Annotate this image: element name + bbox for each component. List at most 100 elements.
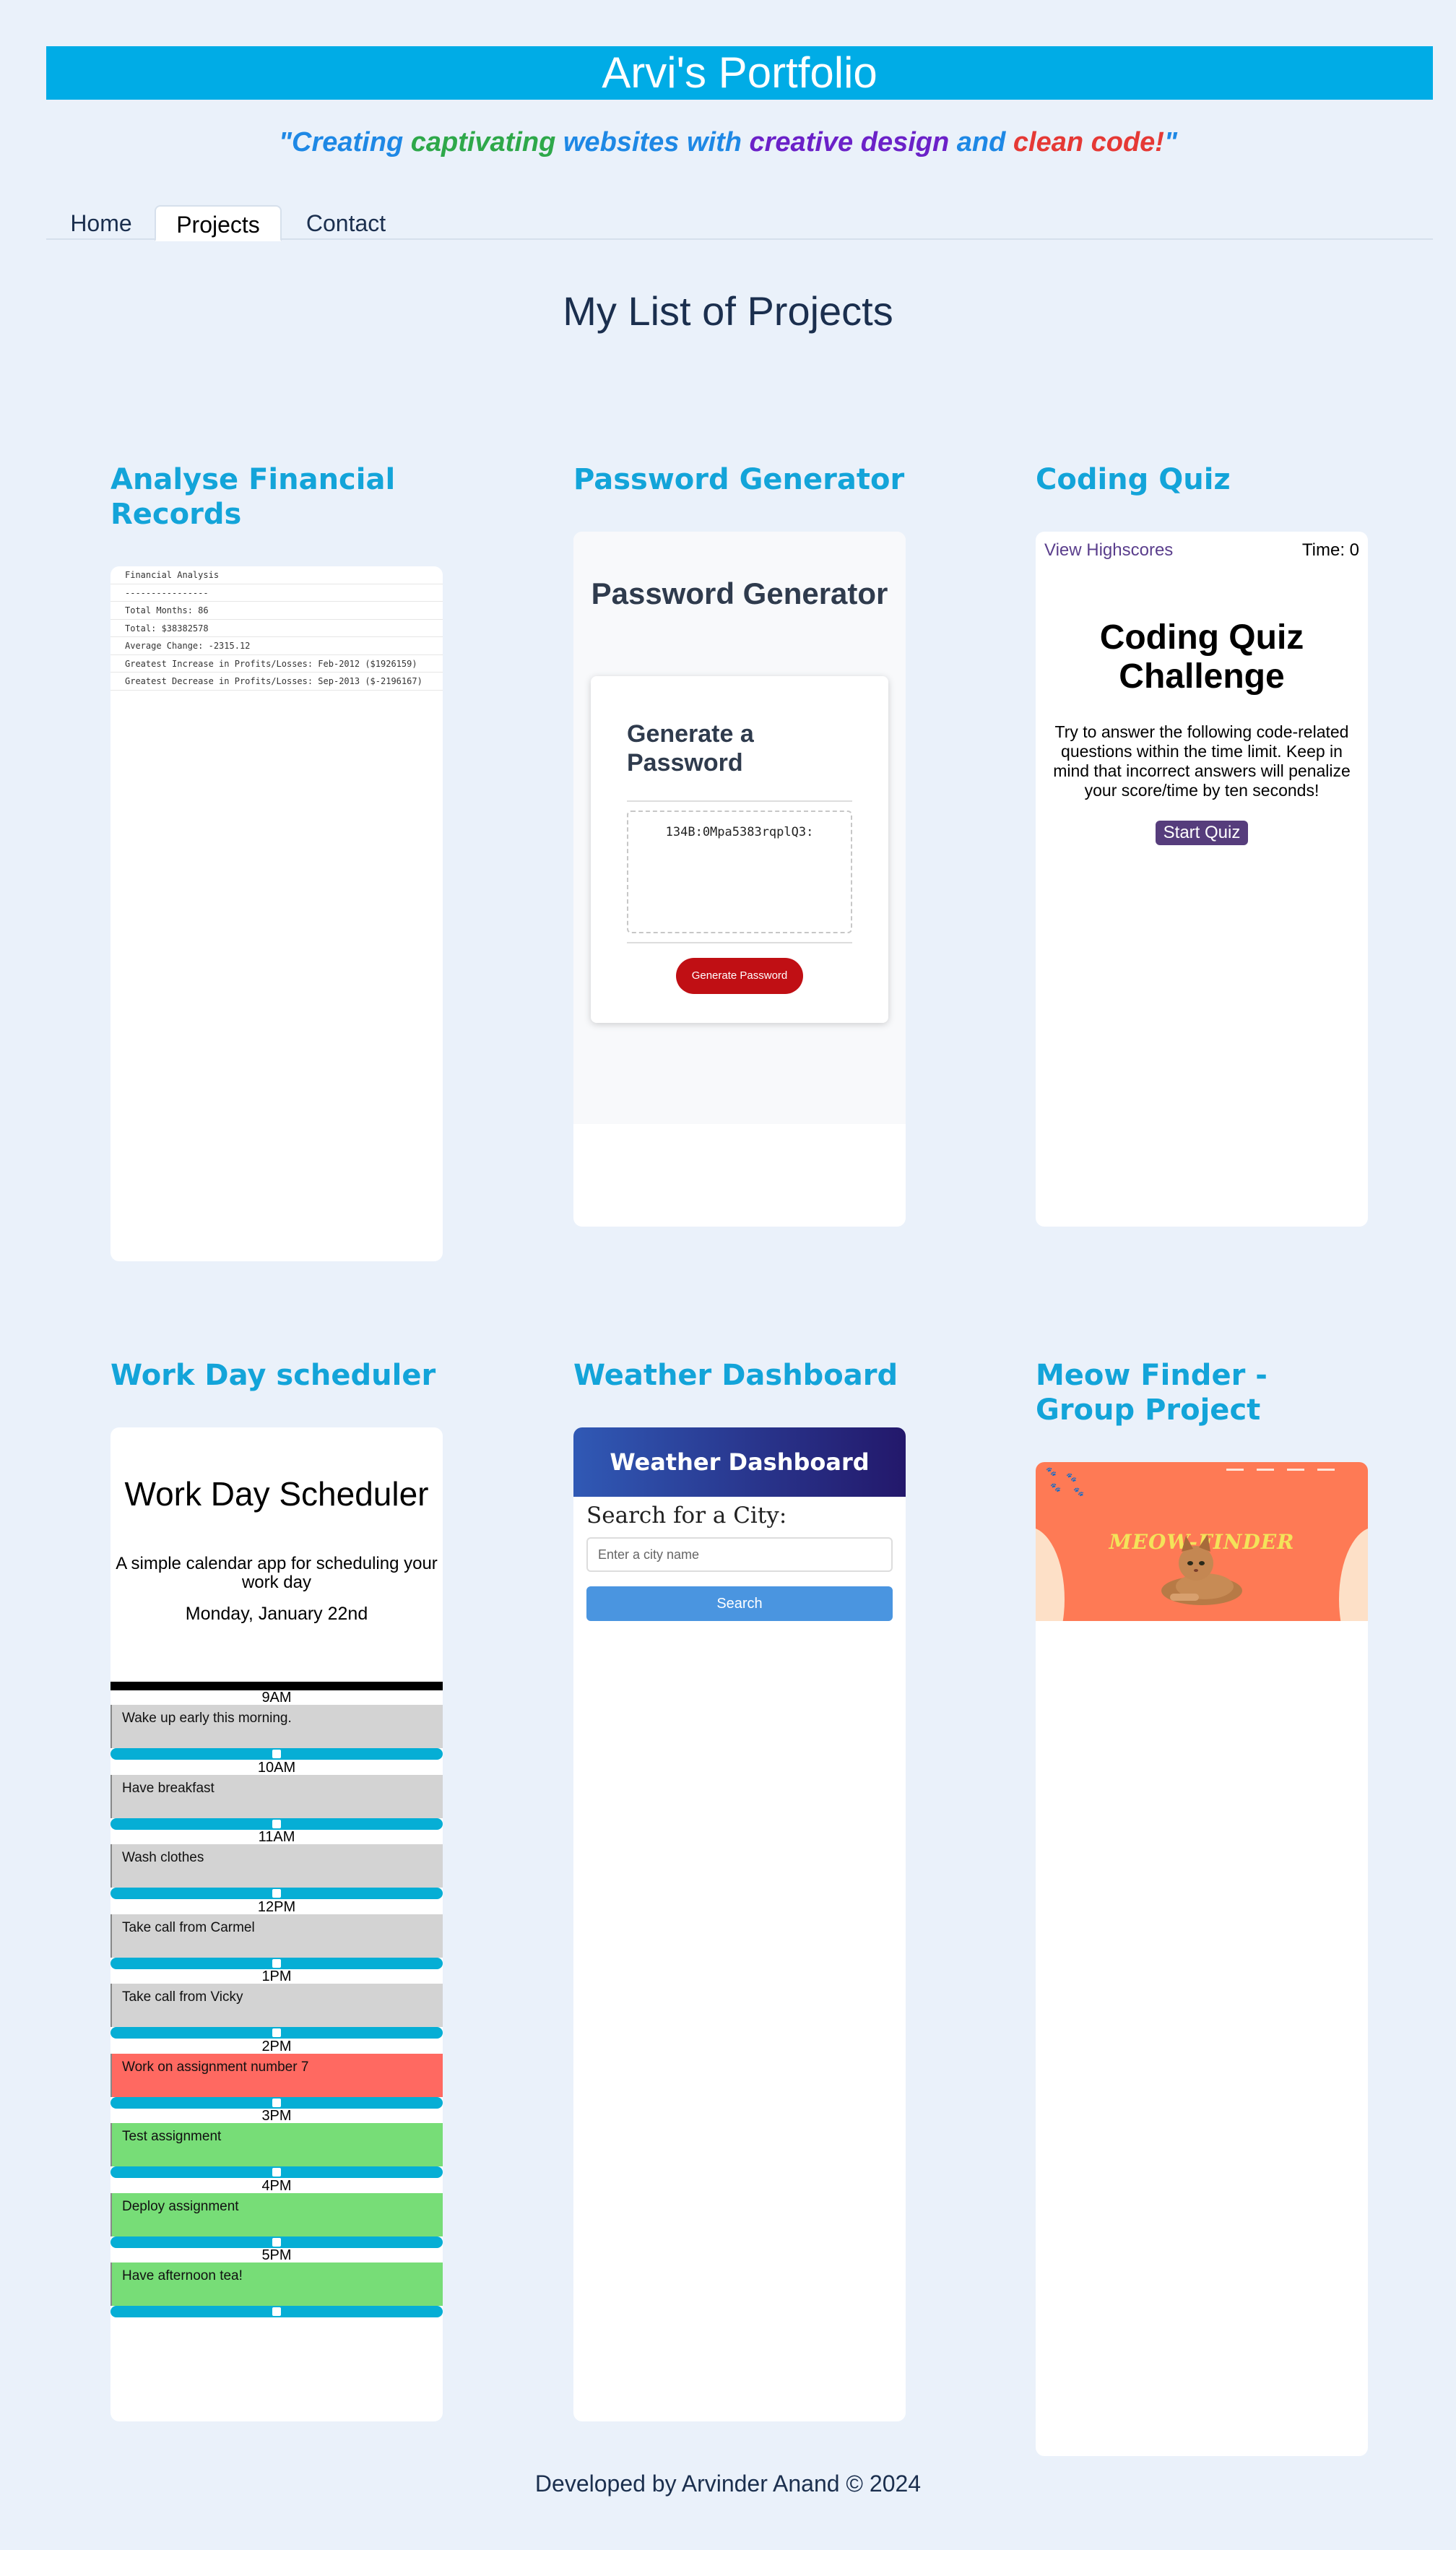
- paw-icon: 🐾: [1046, 1466, 1057, 1477]
- project-card-financial[interactable]: Financial Analysis ---------------- Tota…: [110, 566, 443, 1261]
- nav-projects[interactable]: Projects: [155, 205, 282, 241]
- fin-line: Greatest Decrease in Profits/Losses: Sep…: [110, 673, 443, 691]
- tagline-segment: creative design: [749, 127, 957, 157]
- task-text: Wash clothes: [110, 1844, 443, 1888]
- time-block: 1PM Take call from Vicky: [110, 1969, 443, 2039]
- task-text: Wake up early this morning.: [110, 1705, 443, 1748]
- nav-home[interactable]: Home: [61, 205, 142, 241]
- task-text: Test assignment: [110, 2123, 443, 2166]
- cat-image: [1161, 1534, 1242, 1605]
- scheduler-subtitle: A simple calendar app for scheduling you…: [116, 1554, 438, 1592]
- fin-line: Financial Analysis: [110, 566, 443, 584]
- city-search-label: Search for a City:: [586, 1503, 787, 1529]
- save-button: [110, 2027, 443, 2039]
- time-block: 10AM Have breakfast: [110, 1760, 443, 1830]
- save-button: [110, 2096, 443, 2109]
- fin-line: Total: $38382578: [110, 620, 443, 637]
- fin-line: Average Change: -2315.12: [110, 637, 443, 655]
- hour-label: 2PM: [261, 2038, 292, 2054]
- generate-password-button: Generate Password: [676, 958, 803, 994]
- start-quiz-button: Start Quiz: [1156, 821, 1248, 845]
- project-card-quiz[interactable]: View Highscores Time: 0 Coding Quiz Chal…: [1036, 532, 1368, 1227]
- tagline: "Creating captivating websites with crea…: [0, 127, 1456, 158]
- paw-icon: 🐾: [1073, 1487, 1084, 1497]
- password-output: 134B:0Mpa5383rqplQ3:: [627, 811, 852, 933]
- view-highscores-link: View Highscores: [1044, 540, 1174, 560]
- search-button: Search: [586, 1586, 893, 1621]
- tagline-segment: websites with: [563, 127, 750, 157]
- quiz-heading: Coding Quiz Challenge: [1099, 618, 1304, 696]
- save-button: [110, 2236, 443, 2248]
- fin-line: Total Months: 86: [110, 602, 443, 620]
- weather-app-title: Weather Dashboard: [573, 1427, 906, 1497]
- password-app-screenshot: Password Generator Generate a Password 1…: [573, 532, 906, 1124]
- save-icon: [272, 1958, 281, 1968]
- tagline-segment: and: [956, 127, 1013, 157]
- save-icon: [272, 2098, 281, 2107]
- scheduler-heading: Work Day Scheduler: [124, 1475, 429, 1513]
- project-card-meow[interactable]: 🐾 🐾 🐾 🐾 MEOW-FINDER: [1036, 1462, 1368, 2456]
- nav-contact[interactable]: Contact: [295, 205, 397, 241]
- save-icon: [272, 2168, 281, 2177]
- password-app-title: Password Generator: [591, 576, 888, 610]
- save-icon: [272, 2028, 281, 2037]
- time-block: 2PM Work on assignment number 7: [110, 2039, 443, 2109]
- project-title-weather[interactable]: Weather Dashboard: [573, 1358, 906, 1393]
- site-header: Arvi's Portfolio: [46, 46, 1433, 100]
- task-text: Take call from Vicky: [110, 1984, 443, 2027]
- save-icon: [272, 1750, 281, 1758]
- nav-tabs: Home Projects Contact: [46, 202, 1433, 241]
- project-card-password[interactable]: Password Generator Generate a Password 1…: [573, 532, 906, 1227]
- hour-label: 3PM: [261, 2108, 292, 2124]
- project-title-password[interactable]: Password Generator: [573, 462, 906, 497]
- quiz-timer: Time: 0: [1301, 540, 1359, 560]
- save-icon: [272, 1819, 281, 1828]
- project-title-quiz[interactable]: Coding Quiz: [1036, 462, 1368, 497]
- page-title: My List of Projects: [563, 288, 893, 334]
- tagline-segment: !: [1155, 127, 1164, 157]
- footer-credit: Developed by Arvinder Anand © 2024: [534, 2471, 922, 2497]
- project-card-scheduler[interactable]: Work Day Scheduler A simple calendar app…: [110, 1427, 443, 2421]
- task-text: Have afternoon tea!: [110, 2262, 443, 2306]
- meow-finder-screenshot: 🐾 🐾 🐾 🐾 MEOW-FINDER: [1036, 1462, 1368, 1621]
- site-title: Arvi's Portfolio: [602, 48, 878, 97]
- save-icon: [272, 1889, 281, 1898]
- tagline-segment: "Creating: [279, 127, 411, 157]
- hour-label: 12PM: [257, 1898, 296, 1915]
- save-icon: [272, 2307, 281, 2316]
- save-button: [110, 1888, 443, 1899]
- paw-icon: 🐾: [1066, 1472, 1077, 1482]
- save-icon: [272, 2237, 281, 2247]
- scheduler-date: Monday, January 22nd: [185, 1604, 368, 1624]
- save-button: [110, 2166, 443, 2178]
- city-search-input: Enter a city name: [586, 1537, 893, 1572]
- password-card: Generate a Password 134B:0Mpa5383rqplQ3:…: [591, 676, 888, 1023]
- save-button: [110, 2306, 443, 2317]
- task-text: Work on assignment number 7: [110, 2053, 443, 2097]
- task-text: Take call from Carmel: [110, 1914, 443, 1958]
- time-block: 4PM Deploy assignment: [110, 2179, 443, 2248]
- hour-label: 11AM: [258, 1829, 295, 1845]
- hour-label: 10AM: [257, 1759, 296, 1776]
- password-card-title: Generate a Password: [627, 720, 754, 777]
- meow-nav-bar: [1226, 1468, 1356, 1472]
- time-block: 5PM Have afternoon tea!: [110, 2248, 443, 2317]
- project-card-weather[interactable]: Weather Dashboard Search for a City: Ent…: [573, 1427, 906, 2421]
- time-block: 3PM Test assignment: [110, 2109, 443, 2178]
- save-button: [110, 1957, 443, 1969]
- tagline-segment: captivating: [410, 127, 563, 157]
- project-title-meow[interactable]: Meow Finder - Group Project: [1036, 1358, 1368, 1427]
- project-title-scheduler[interactable]: Work Day scheduler: [110, 1358, 443, 1393]
- task-text: Deploy assignment: [110, 2192, 443, 2236]
- hour-label: 1PM: [261, 1968, 292, 1984]
- tagline-segment: clean code: [1013, 127, 1156, 157]
- project-title-financial[interactable]: Analyse Financial Records: [110, 462, 399, 532]
- quiz-intro: Try to answer the following code-related…: [1053, 722, 1351, 800]
- tagline-segment: ": [1164, 127, 1177, 157]
- fin-line: Greatest Increase in Profits/Losses: Feb…: [110, 655, 443, 673]
- time-block: 11AM Wash clothes: [110, 1830, 443, 1899]
- hour-label: 5PM: [261, 2247, 292, 2263]
- hour-label: 9AM: [261, 1690, 292, 1706]
- paw-icon: 🐾: [1050, 1482, 1061, 1492]
- divider: [627, 800, 852, 802]
